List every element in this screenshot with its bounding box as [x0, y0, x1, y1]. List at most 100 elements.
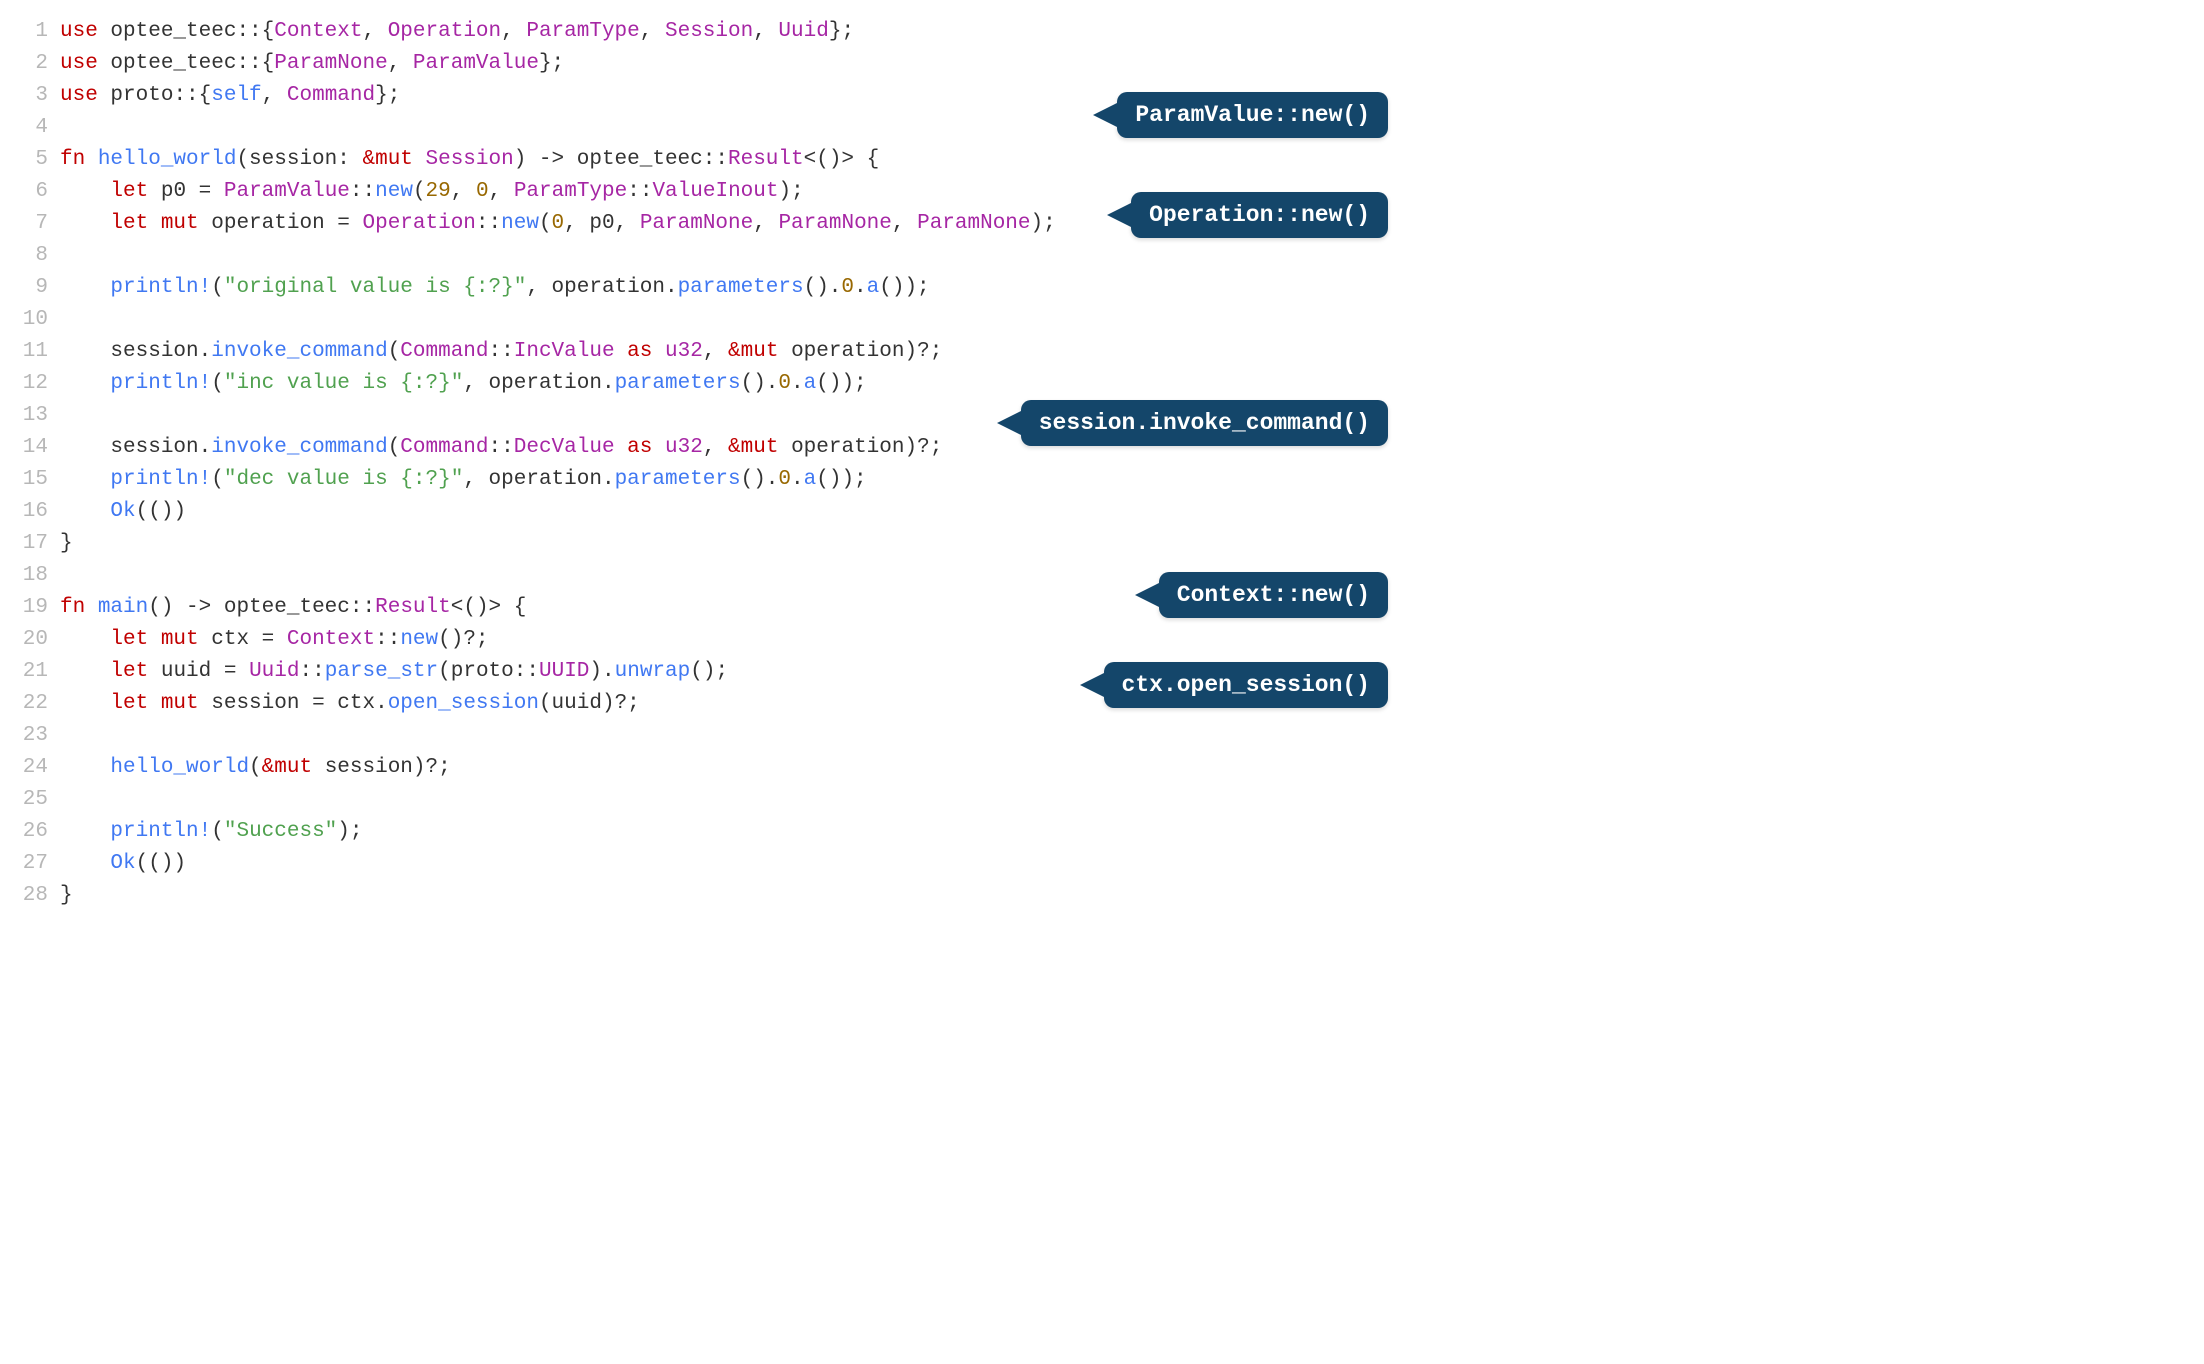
code-token: , — [703, 436, 728, 459]
code-token: = — [249, 628, 287, 651]
code-token: 0 — [778, 372, 791, 395]
code-token: )?; — [413, 756, 451, 779]
code-token: ( — [236, 148, 249, 171]
code-token: new — [501, 212, 539, 235]
code-token: :: — [350, 180, 375, 203]
code-token: :: — [350, 596, 375, 619]
code-token — [60, 436, 110, 459]
code-line: 16 Ok(()) — [0, 496, 1400, 528]
code-token: u32 — [665, 436, 703, 459]
callout-arrow-icon — [1107, 201, 1135, 229]
line-number: 16 — [0, 496, 60, 528]
code-token: ( — [413, 180, 426, 203]
code-token: . — [375, 692, 388, 715]
code-token: = — [211, 660, 249, 683]
code-token: Session — [426, 148, 514, 171]
code-token: Context — [287, 628, 375, 651]
code-token: let — [110, 660, 148, 683]
code-content: println!("Success"); — [60, 816, 1400, 848]
code-token: Uuid — [778, 20, 828, 43]
code-token: ); — [1031, 212, 1056, 235]
line-number: 8 — [0, 240, 60, 272]
code-token: a — [804, 372, 817, 395]
code-content: use optee_teec::{ParamNone, ParamValue}; — [60, 48, 1400, 80]
code-token: ( — [249, 756, 262, 779]
code-token: session — [211, 692, 299, 715]
code-token: ParamNone — [274, 52, 387, 75]
code-token: ); — [337, 820, 362, 843]
code-token: use — [60, 20, 110, 43]
code-token — [60, 500, 110, 523]
code-token — [60, 660, 110, 683]
code-token: optee_teec — [110, 20, 236, 43]
code-token: &mut — [262, 756, 312, 779]
code-token: )?; — [904, 436, 942, 459]
code-token: proto — [110, 84, 173, 107]
callout-label: Operation::new() — [1149, 202, 1370, 228]
line-number: 9 — [0, 272, 60, 304]
code-content: fn hello_world(session: &mut Session) ->… — [60, 144, 1400, 176]
line-number: 5 — [0, 144, 60, 176]
code-token: ( — [438, 660, 451, 683]
code-token: ( — [539, 212, 552, 235]
code-line: 5fn hello_world(session: &mut Session) -… — [0, 144, 1400, 176]
code-token: open_session — [388, 692, 539, 715]
code-token: invoke_command — [211, 436, 387, 459]
code-token: ( — [211, 468, 224, 491]
annotation-callout: session.invoke_command() — [1021, 400, 1388, 446]
code-token: ValueInout — [652, 180, 778, 203]
code-token: use — [60, 84, 110, 107]
code-token — [60, 340, 110, 363]
code-token — [778, 340, 791, 363]
code-token: , — [703, 340, 728, 363]
line-number: 1 — [0, 16, 60, 48]
code-token: :: — [489, 340, 514, 363]
code-token: operation — [489, 468, 602, 491]
code-token: hello_world — [110, 756, 249, 779]
code-token — [615, 340, 628, 363]
code-token: ). — [589, 660, 614, 683]
code-line: 8 — [0, 240, 1400, 272]
code-token — [60, 468, 110, 491]
code-token: ( — [539, 692, 552, 715]
code-content: hello_world(&mut session)?; — [60, 752, 1400, 784]
code-token: , — [501, 20, 526, 43]
code-token: uuid — [552, 692, 602, 715]
code-token: ( — [388, 436, 401, 459]
code-token: :: — [476, 212, 501, 235]
code-token: ::{ — [236, 52, 274, 75]
callout-label: Context::new() — [1177, 582, 1370, 608]
code-token: ) -> — [514, 148, 577, 171]
code-token: = — [186, 180, 224, 203]
code-line: 11 session.invoke_command(Command::IncVa… — [0, 336, 1400, 368]
code-token — [60, 628, 110, 651]
code-content: println!("original value is {:?}", opera… — [60, 272, 1400, 304]
code-token: session — [325, 756, 413, 779]
annotation-callout: Operation::new() — [1131, 192, 1388, 238]
callout-label: ctx.open_session() — [1122, 672, 1370, 698]
callout-arrow-icon — [1135, 581, 1163, 609]
line-number: 4 — [0, 112, 60, 144]
code-token: Command — [400, 436, 488, 459]
code-token: ParamValue — [224, 180, 350, 203]
code-token — [60, 372, 110, 395]
code-token — [60, 820, 110, 843]
code-line: 12 println!("inc value is {:?}", operati… — [0, 368, 1400, 400]
code-token: a — [804, 468, 817, 491]
code-token: , — [753, 20, 778, 43]
code-token: ParamValue — [413, 52, 539, 75]
code-token: parameters — [615, 372, 741, 395]
code-token: Session — [665, 20, 753, 43]
code-token: UUID — [539, 660, 589, 683]
code-token — [148, 660, 161, 683]
code-token: , — [526, 276, 551, 299]
code-content: use optee_teec::{Context, Operation, Par… — [60, 16, 1400, 48]
line-number: 22 — [0, 688, 60, 720]
annotation-callout: Context::new() — [1159, 572, 1388, 618]
callout-arrow-icon — [1093, 101, 1121, 129]
code-token: new — [400, 628, 438, 651]
code-token: }; — [375, 84, 400, 107]
code-token — [60, 692, 110, 715]
code-token: &mut — [362, 148, 425, 171]
code-token: optee_teec — [224, 596, 350, 619]
